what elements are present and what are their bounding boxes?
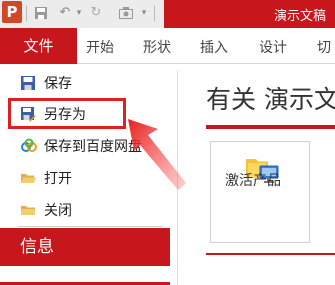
baidu-cloud-icon — [20, 138, 37, 154]
content-bottom-accent — [206, 253, 335, 255]
nav-item-info[interactable]: 信息 — [0, 228, 170, 266]
nav-item-label: 保存 — [44, 76, 72, 92]
tab-home[interactable]: 开始 — [86, 37, 114, 57]
qat-customize-icon[interactable]: ▾ — [139, 5, 149, 21]
annotation-highlight-box — [8, 98, 126, 129]
save-icon[interactable] — [33, 5, 49, 21]
annotation-arrow — [128, 119, 186, 190]
open-folder-icon — [20, 170, 36, 186]
nav-item-label: 打开 — [44, 171, 72, 187]
redo-icon[interactable]: ↻ — [88, 5, 104, 21]
nav-divider — [18, 226, 163, 227]
tab-design[interactable]: 设计 — [259, 37, 287, 57]
title-underline — [206, 125, 335, 129]
screenshot-icon[interactable] — [118, 5, 134, 21]
tab-file[interactable]: 文件 — [0, 28, 77, 65]
close-folder-icon — [20, 202, 36, 218]
activate-product-label: 激活产品 — [225, 173, 281, 189]
qat-separator — [26, 5, 27, 21]
powerpoint-app-icon[interactable]: P — [2, 1, 22, 23]
qat-separator — [154, 5, 155, 21]
tab-transitions[interactable]: 切 — [317, 37, 331, 57]
undo-icon[interactable]: ↶ — [57, 5, 73, 21]
nav-item-save[interactable]: 保存 — [0, 68, 170, 98]
save-icon — [20, 75, 36, 91]
page-title: 有关 演示文 — [206, 85, 335, 114]
undo-dropdown-icon[interactable]: ▾ — [74, 5, 84, 21]
tab-shapes[interactable]: 形状 — [143, 37, 171, 57]
tab-insert[interactable]: 插入 — [200, 37, 228, 57]
window-title: 演示文稿 — [274, 9, 327, 24]
nav-item-label: 关闭 — [44, 203, 72, 219]
nav-item-close[interactable]: 关闭 — [0, 195, 170, 225]
